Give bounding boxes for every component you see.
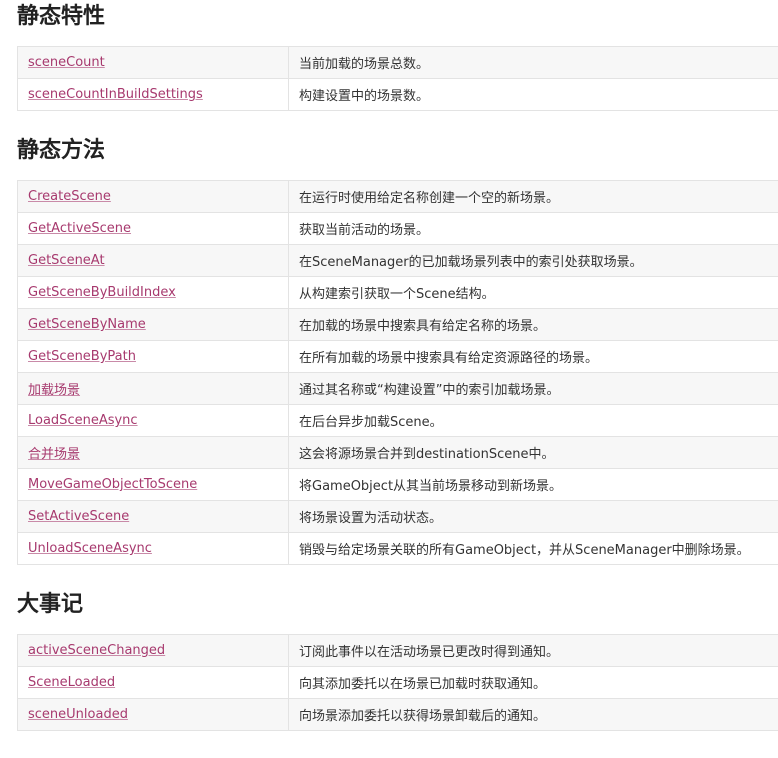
desc-cell: 订阅此事件以在活动场景已更改时得到通知。 bbox=[288, 634, 778, 667]
events-heading: 大事记 bbox=[17, 592, 84, 617]
name-cell: SceneLoaded bbox=[17, 666, 289, 699]
description-text: 向其添加委托以在场景已加载时获取通知。 bbox=[299, 677, 547, 692]
table-row: CreateScene 在运行时使用给定名称创建一个空的新场景。 bbox=[17, 180, 778, 213]
name-cell: UnloadSceneAsync bbox=[17, 532, 289, 565]
desc-cell: 构建设置中的场景数。 bbox=[288, 78, 778, 111]
table-row: GetSceneByBuildIndex 从构建索引获取一个Scene结构。 bbox=[17, 276, 778, 309]
load-scene-link[interactable]: 加载场景 bbox=[28, 383, 80, 398]
desc-cell: 在SceneManager的已加载场景列表中的索引处获取场景。 bbox=[288, 244, 778, 277]
desc-cell: 获取当前活动的场景。 bbox=[288, 212, 778, 245]
desc-cell: 当前加载的场景总数。 bbox=[288, 46, 778, 79]
table-row: UnloadSceneAsync 销毁与给定场景关联的所有GameObject，… bbox=[17, 532, 778, 565]
set-active-scene-link[interactable]: SetActiveScene bbox=[28, 509, 129, 524]
description-text: 将GameObject从其当前场景移动到新场景。 bbox=[299, 479, 563, 494]
table-row: GetActiveScene 获取当前活动的场景。 bbox=[17, 212, 778, 245]
name-cell: sceneCountInBuildSettings bbox=[17, 78, 289, 111]
static-properties-heading: 静态特性 bbox=[17, 4, 106, 29]
table-row: sceneUnloaded 向场景添加委托以获得场景卸载后的通知。 bbox=[17, 698, 778, 731]
create-scene-link[interactable]: CreateScene bbox=[28, 189, 111, 204]
table-row: activeSceneChanged 订阅此事件以在活动场景已更改时得到通知。 bbox=[17, 634, 778, 667]
name-cell: 合并场景 bbox=[17, 436, 289, 469]
description-text: 构建设置中的场景数。 bbox=[299, 89, 430, 104]
name-cell: LoadSceneAsync bbox=[17, 404, 289, 437]
get-active-scene-link[interactable]: GetActiveScene bbox=[28, 221, 131, 236]
table-row: LoadSceneAsync 在后台异步加载Scene。 bbox=[17, 404, 778, 437]
scene-count-in-build-settings-link[interactable]: sceneCountInBuildSettings bbox=[28, 87, 203, 102]
name-cell: sceneCount bbox=[17, 46, 289, 79]
desc-cell: 向其添加委托以在场景已加载时获取通知。 bbox=[288, 666, 778, 699]
desc-cell: 这会将源场景合并到destinationScene中。 bbox=[288, 436, 778, 469]
desc-cell: 销毁与给定场景关联的所有GameObject，并从SceneManager中删除… bbox=[288, 532, 778, 565]
table-row: sceneCountInBuildSettings 构建设置中的场景数。 bbox=[17, 78, 778, 111]
description-text: 获取当前活动的场景。 bbox=[299, 223, 430, 238]
move-game-object-to-scene-link[interactable]: MoveGameObjectToScene bbox=[28, 477, 197, 492]
scene-loaded-link[interactable]: SceneLoaded bbox=[28, 675, 115, 690]
desc-cell: 通过其名称或“构建设置”中的索引加载场景。 bbox=[288, 372, 778, 405]
name-cell: GetSceneByPath bbox=[17, 340, 289, 373]
get-scene-by-path-link[interactable]: GetSceneByPath bbox=[28, 349, 136, 364]
desc-cell: 向场景添加委托以获得场景卸载后的通知。 bbox=[288, 698, 778, 731]
desc-cell: 在后台异步加载Scene。 bbox=[288, 404, 778, 437]
table-row: 合并场景 这会将源场景合并到destinationScene中。 bbox=[17, 436, 778, 469]
table-row: SceneLoaded 向其添加委托以在场景已加载时获取通知。 bbox=[17, 666, 778, 699]
desc-cell: 从构建索引获取一个Scene结构。 bbox=[288, 276, 778, 309]
desc-cell: 在运行时使用给定名称创建一个空的新场景。 bbox=[288, 180, 778, 213]
static-properties-table: sceneCount 当前加载的场景总数。 sceneCountInBuildS… bbox=[17, 46, 778, 111]
description-text: 向场景添加委托以获得场景卸载后的通知。 bbox=[299, 709, 547, 724]
description-text: 当前加载的场景总数。 bbox=[299, 57, 430, 72]
get-scene-at-link[interactable]: GetSceneAt bbox=[28, 253, 105, 268]
description-text: 在运行时使用给定名称创建一个空的新场景。 bbox=[299, 191, 560, 206]
load-scene-async-link[interactable]: LoadSceneAsync bbox=[28, 413, 138, 428]
unload-scene-async-link[interactable]: UnloadSceneAsync bbox=[28, 541, 152, 556]
desc-cell: 将场景设置为活动状态。 bbox=[288, 500, 778, 533]
name-cell: CreateScene bbox=[17, 180, 289, 213]
description-text: 将场景设置为活动状态。 bbox=[299, 511, 443, 526]
desc-cell: 在所有加载的场景中搜索具有给定资源路径的场景。 bbox=[288, 340, 778, 373]
name-cell: 加载场景 bbox=[17, 372, 289, 405]
name-cell: SetActiveScene bbox=[17, 500, 289, 533]
static-methods-heading: 静态方法 bbox=[17, 138, 106, 163]
merge-scenes-link[interactable]: 合并场景 bbox=[28, 447, 80, 462]
description-text: 订阅此事件以在活动场景已更改时得到通知。 bbox=[299, 645, 560, 660]
name-cell: MoveGameObjectToScene bbox=[17, 468, 289, 501]
description-text: 从构建索引获取一个Scene结构。 bbox=[299, 287, 495, 302]
scene-count-link[interactable]: sceneCount bbox=[28, 55, 105, 70]
table-row: GetSceneByName 在加载的场景中搜索具有给定名称的场景。 bbox=[17, 308, 778, 341]
table-row: sceneCount 当前加载的场景总数。 bbox=[17, 46, 778, 79]
description-text: 在SceneManager的已加载场景列表中的索引处获取场景。 bbox=[299, 255, 643, 270]
get-scene-by-build-index-link[interactable]: GetSceneByBuildIndex bbox=[28, 285, 176, 300]
table-row: 加载场景 通过其名称或“构建设置”中的索引加载场景。 bbox=[17, 372, 778, 405]
description-text: 通过其名称或“构建设置”中的索引加载场景。 bbox=[299, 383, 560, 398]
get-scene-by-name-link[interactable]: GetSceneByName bbox=[28, 317, 146, 332]
description-text: 销毁与给定场景关联的所有GameObject，并从SceneManager中删除… bbox=[299, 543, 750, 558]
table-row: GetSceneAt 在SceneManager的已加载场景列表中的索引处获取场… bbox=[17, 244, 778, 277]
table-row: GetSceneByPath 在所有加载的场景中搜索具有给定资源路径的场景。 bbox=[17, 340, 778, 373]
name-cell: GetSceneAt bbox=[17, 244, 289, 277]
active-scene-changed-link[interactable]: activeSceneChanged bbox=[28, 643, 165, 658]
events-table: activeSceneChanged 订阅此事件以在活动场景已更改时得到通知。 … bbox=[17, 634, 778, 731]
description-text: 在后台异步加载Scene。 bbox=[299, 415, 443, 430]
name-cell: GetActiveScene bbox=[17, 212, 289, 245]
description-text: 在所有加载的场景中搜索具有给定资源路径的场景。 bbox=[299, 351, 599, 366]
desc-cell: 在加载的场景中搜索具有给定名称的场景。 bbox=[288, 308, 778, 341]
table-row: SetActiveScene 将场景设置为活动状态。 bbox=[17, 500, 778, 533]
table-row: MoveGameObjectToScene 将GameObject从其当前场景移… bbox=[17, 468, 778, 501]
name-cell: activeSceneChanged bbox=[17, 634, 289, 667]
static-methods-table: CreateScene 在运行时使用给定名称创建一个空的新场景。 GetActi… bbox=[17, 180, 778, 565]
name-cell: sceneUnloaded bbox=[17, 698, 289, 731]
desc-cell: 将GameObject从其当前场景移动到新场景。 bbox=[288, 468, 778, 501]
description-text: 这会将源场景合并到destinationScene中。 bbox=[299, 447, 555, 462]
description-text: 在加载的场景中搜索具有给定名称的场景。 bbox=[299, 319, 547, 334]
name-cell: GetSceneByBuildIndex bbox=[17, 276, 289, 309]
scene-unloaded-link[interactable]: sceneUnloaded bbox=[28, 707, 128, 722]
name-cell: GetSceneByName bbox=[17, 308, 289, 341]
